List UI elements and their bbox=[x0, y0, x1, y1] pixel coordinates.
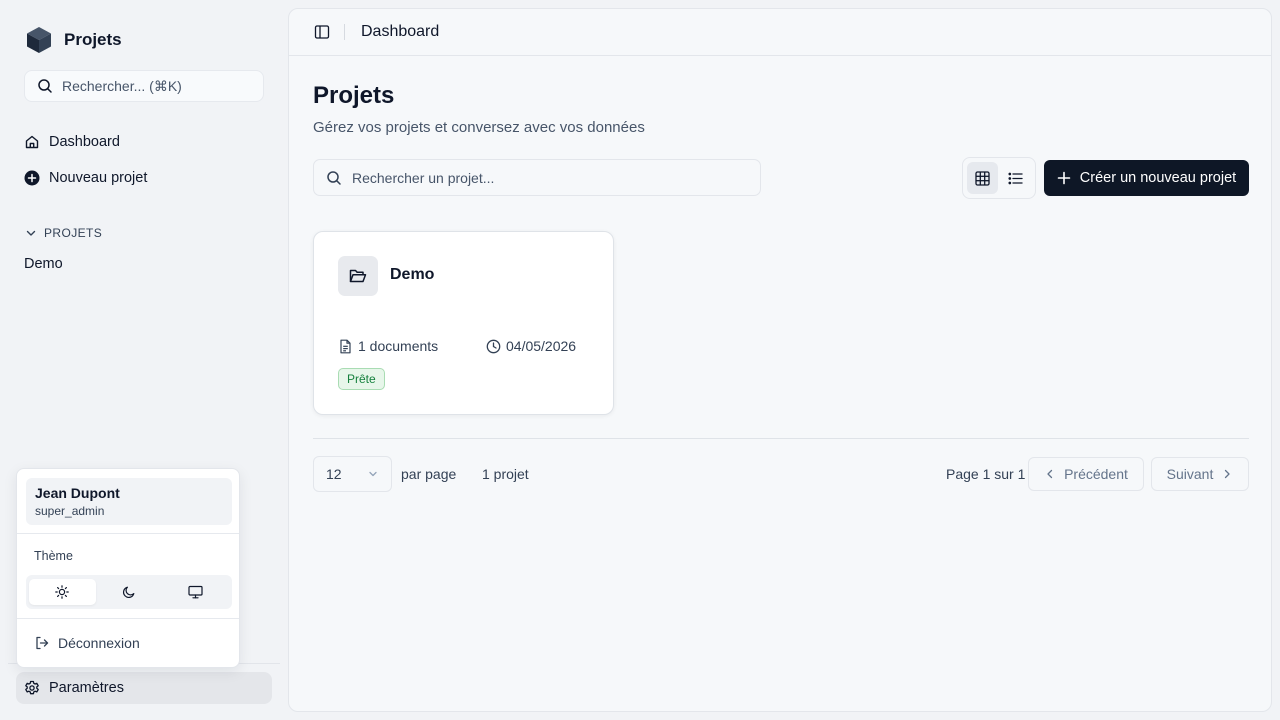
logout-button[interactable]: Déconnexion bbox=[34, 633, 140, 653]
divider bbox=[17, 533, 239, 534]
home-icon bbox=[24, 134, 40, 150]
section-label: PROJETS bbox=[44, 226, 103, 240]
chevron-left-icon bbox=[1044, 468, 1056, 480]
project-name: Demo bbox=[390, 266, 435, 283]
user-role: super_admin bbox=[35, 504, 105, 518]
breadcrumb: Dashboard bbox=[361, 23, 440, 40]
logout-label: Déconnexion bbox=[58, 635, 140, 651]
theme-dark-button[interactable] bbox=[96, 579, 163, 605]
sidebar-item-dashboard[interactable]: Dashboard bbox=[24, 130, 120, 154]
per-page-value: 12 bbox=[326, 466, 342, 482]
view-mode-toggle bbox=[962, 157, 1036, 199]
folder-open-icon bbox=[338, 256, 378, 296]
divider bbox=[344, 24, 345, 40]
search-icon bbox=[326, 170, 342, 186]
settings-button[interactable]: Paramètres bbox=[16, 672, 272, 704]
project-card[interactable]: Demo 1 documents 04/05/2026 Prête bbox=[313, 231, 614, 415]
divider bbox=[17, 618, 239, 619]
page-info: Page 1 sur 1 bbox=[946, 466, 1026, 482]
document-icon bbox=[338, 339, 353, 354]
gear-icon bbox=[24, 680, 40, 696]
next-label: Suivant bbox=[1166, 466, 1214, 482]
grid-icon bbox=[975, 170, 990, 186]
per-page-label: par page bbox=[401, 466, 457, 482]
divider bbox=[313, 438, 1249, 439]
main-panel: Dashboard Projets Gérez vos projets et c… bbox=[288, 8, 1272, 712]
grid-view-button[interactable] bbox=[967, 162, 998, 194]
project-date: 04/05/2026 bbox=[486, 336, 576, 356]
previous-page-button[interactable]: Précédent bbox=[1028, 457, 1144, 491]
create-project-label: Créer un nouveau projet bbox=[1079, 170, 1237, 186]
user-menu-popup: Jean Dupont super_admin Thème Déconnexio… bbox=[16, 468, 240, 668]
project-search[interactable] bbox=[313, 159, 761, 196]
previous-label: Précédent bbox=[1064, 466, 1128, 482]
monitor-icon bbox=[188, 585, 203, 599]
chevron-right-icon bbox=[1221, 468, 1233, 480]
per-page-select[interactable]: 12 bbox=[313, 456, 392, 492]
sidebar-project-demo[interactable]: Demo bbox=[24, 256, 63, 272]
plus-circle-icon bbox=[24, 170, 40, 186]
theme-label: Thème bbox=[34, 549, 73, 563]
cube-icon bbox=[24, 25, 54, 55]
brand-title: Projets bbox=[64, 30, 122, 49]
theme-switcher bbox=[26, 575, 232, 609]
topbar: Dashboard bbox=[289, 9, 1271, 56]
moon-icon bbox=[122, 585, 136, 599]
list-icon bbox=[1008, 171, 1023, 186]
sidebar-item-new-project[interactable]: Nouveau projet bbox=[24, 166, 147, 190]
project-documents: 1 documents bbox=[338, 336, 438, 356]
sidebar-search-input[interactable] bbox=[62, 78, 251, 94]
list-view-button[interactable] bbox=[1000, 162, 1031, 194]
project-count: 1 projet bbox=[482, 466, 529, 482]
plus-icon bbox=[1057, 171, 1071, 185]
document-count: 1 documents bbox=[358, 338, 439, 354]
theme-light-button[interactable] bbox=[29, 579, 96, 605]
projects-section-toggle[interactable]: PROJETS bbox=[24, 224, 102, 242]
logout-icon bbox=[34, 635, 50, 651]
theme-system-button[interactable] bbox=[162, 579, 229, 605]
sidebar-toggle-icon[interactable] bbox=[314, 24, 330, 40]
create-project-button[interactable]: Créer un nouveau projet bbox=[1044, 160, 1249, 196]
clock-icon bbox=[486, 339, 501, 354]
user-name: Jean Dupont bbox=[35, 485, 120, 501]
page-title: Projets bbox=[313, 82, 395, 109]
brand[interactable]: Projets bbox=[24, 24, 122, 56]
search-icon bbox=[37, 78, 53, 94]
chevron-down-icon bbox=[367, 468, 379, 480]
sidebar-search[interactable] bbox=[24, 70, 264, 102]
status-badge: Prête bbox=[338, 368, 385, 390]
chevron-down-icon bbox=[24, 226, 38, 240]
page-subtitle: Gérez vos projets et conversez avec vos … bbox=[313, 119, 645, 136]
next-page-button[interactable]: Suivant bbox=[1151, 457, 1249, 491]
user-card: Jean Dupont super_admin bbox=[26, 478, 232, 525]
sidebar-item-label: Nouveau projet bbox=[49, 170, 148, 186]
sun-icon bbox=[55, 585, 70, 599]
settings-label: Paramètres bbox=[49, 680, 124, 696]
project-search-input[interactable] bbox=[352, 169, 748, 186]
sidebar-item-label: Dashboard bbox=[49, 134, 120, 150]
date-value: 04/05/2026 bbox=[506, 338, 577, 354]
